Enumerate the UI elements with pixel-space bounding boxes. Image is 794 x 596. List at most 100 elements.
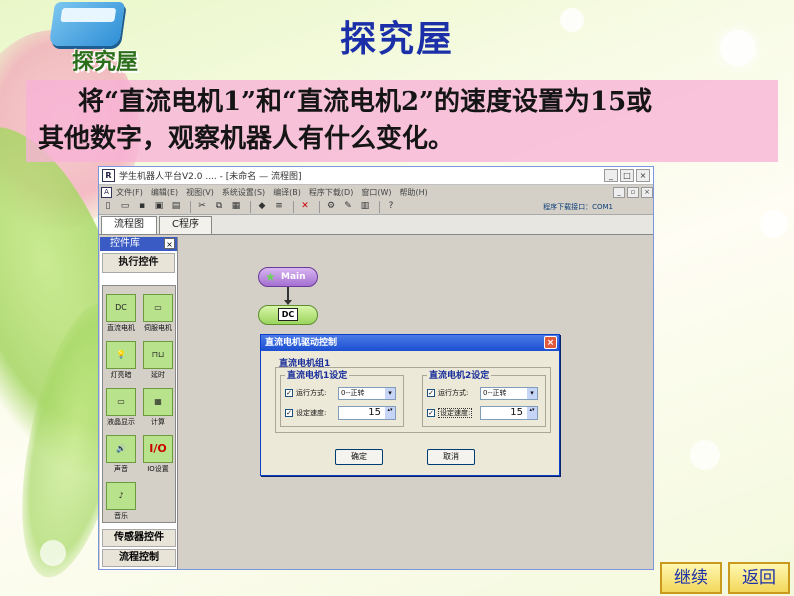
motor2-legend: 直流电机2设定: [427, 368, 492, 381]
control-label: 计算: [151, 418, 165, 426]
control-light[interactable]: 💡 灯亮暗: [104, 341, 138, 380]
section-flow-control[interactable]: 流程控制: [102, 549, 176, 567]
close-icon[interactable]: ×: [636, 169, 650, 182]
control-label: IO设置: [147, 465, 169, 473]
control-calculate[interactable]: ▦ 计算: [141, 388, 175, 427]
open-folder-icon[interactable]: ▭: [118, 200, 132, 213]
view-tabs: 流程图 C程序: [99, 215, 653, 235]
control-library-panel: 控件库 × 执行控件 DC 直流电机 ▭ 伺服电机 💡 灯亮暗 ⊓⊔ 延时 ▭: [100, 237, 178, 569]
control-music[interactable]: ♪ 音乐: [104, 482, 138, 521]
motor2-mode-label: 运行方式:: [438, 389, 469, 397]
motor2-mode-select[interactable]: 0--正转: [480, 386, 538, 400]
minimize-icon[interactable]: _: [604, 169, 618, 182]
motor1-mode-label: 运行方式:: [296, 389, 327, 397]
menu-download[interactable]: 程序下载(D): [309, 187, 353, 198]
control-lcd[interactable]: ▭ 液晶显示: [104, 388, 138, 427]
motor1-speed-stepper[interactable]: 15: [338, 406, 396, 420]
servo-motor-icon: ▭: [143, 294, 173, 322]
ok-button[interactable]: 确定: [335, 449, 383, 465]
dc-motor-node[interactable]: DC: [258, 305, 318, 325]
dialog-close-icon[interactable]: ×: [544, 336, 557, 349]
motor1-mode-row: ✓ 运行方式: 0--正转: [285, 385, 403, 401]
motor2-settings: 直流电机2设定 ✓ 运行方式: 0--正转 ✓ 设定速度: 15: [422, 368, 546, 427]
motor1-speed-row: ✓ 设定速度: 15: [285, 405, 403, 421]
open-project-icon[interactable]: ▤: [169, 200, 183, 213]
motor1-settings: 直流电机1设定 ✓ 运行方式: 0--正转 ✓ 设定速度: 15: [280, 368, 404, 427]
mdi-close-icon[interactable]: ×: [641, 186, 653, 198]
section-exec-controls[interactable]: 执行控件: [102, 253, 175, 273]
menu-compile[interactable]: 编译(B): [273, 187, 301, 198]
control-sound[interactable]: 🔊 声音: [104, 435, 138, 474]
toolbar-separator: [293, 200, 294, 213]
decorative-bokeh: [40, 540, 66, 566]
continue-button[interactable]: 继续: [660, 562, 722, 594]
toolbar: ▯ ▭ ▪ ▣ ▤ ✂ ⧉ ▦ ◆ ≡ ✕ ⚙ ✎ ▥ ? 程序下载接口：COM…: [99, 199, 653, 215]
motor2-speed-row: ✓ 设定速度: 15: [427, 405, 545, 421]
paste-icon[interactable]: ▦: [229, 200, 243, 213]
menu-view[interactable]: 视图(V): [186, 187, 214, 198]
menu-bar: A 文件(F) 编辑(E) 视图(V) 系统设置(S) 编译(B) 程序下载(D…: [99, 185, 653, 199]
motor2-speed-checkbox[interactable]: ✓: [427, 409, 435, 417]
motor2-mode-checkbox[interactable]: ✓: [427, 389, 435, 397]
motor1-legend: 直流电机1设定: [285, 368, 350, 381]
motor1-mode-checkbox[interactable]: ✓: [285, 389, 293, 397]
dc-motor-icon: DC: [106, 294, 136, 322]
control-label: 音乐: [114, 512, 128, 520]
menu-window[interactable]: 窗口(W): [361, 187, 391, 198]
control-servo-motor[interactable]: ▭ 伺服电机: [141, 294, 175, 333]
toolbar-separator: [250, 200, 251, 213]
motor2-mode-row: ✓ 运行方式: 0--正转: [427, 385, 545, 401]
new-file-icon[interactable]: ▯: [101, 200, 115, 213]
tab-flowchart[interactable]: 流程图: [101, 216, 157, 234]
motor2-speed-label-wrap: 设定速度:: [438, 408, 480, 418]
mdi-restore-icon[interactable]: ▫: [627, 186, 639, 198]
motor2-speed-stepper[interactable]: 15: [480, 406, 538, 420]
cut-icon[interactable]: ✂: [195, 200, 209, 213]
menu-edit[interactable]: 编辑(E): [151, 187, 178, 198]
maximize-icon[interactable]: □: [620, 169, 634, 182]
motor1-mode-select[interactable]: 0--正转: [338, 386, 396, 400]
music-note-icon: ♪: [106, 482, 136, 510]
control-delay[interactable]: ⊓⊔ 延时: [141, 341, 175, 380]
download-icon[interactable]: ▥: [358, 200, 372, 213]
control-label: 声音: [114, 465, 128, 473]
toolbar-separator: [319, 200, 320, 213]
delete-icon[interactable]: ✕: [298, 200, 312, 213]
menu-file[interactable]: 文件(F): [116, 187, 143, 198]
mdi-controls: _ ▫ ×: [611, 186, 653, 198]
control-label: 直流电机: [107, 324, 135, 332]
decorative-bokeh: [760, 210, 788, 238]
compile-icon[interactable]: ⚙: [324, 200, 338, 213]
cancel-button[interactable]: 取消: [427, 449, 475, 465]
mdi-minimize-icon[interactable]: _: [613, 186, 625, 198]
section-sensor-controls[interactable]: 传感器控件: [102, 529, 176, 547]
main-node-label: Main: [281, 272, 306, 282]
main-node[interactable]: ★ Main: [258, 267, 318, 287]
tag-icon[interactable]: ◆: [255, 200, 269, 213]
decorative-bokeh: [690, 440, 720, 470]
back-button[interactable]: 返回: [728, 562, 790, 594]
pulse-wave-icon: ⊓⊔: [143, 341, 173, 369]
list-icon[interactable]: ≡: [272, 200, 286, 213]
panel-close-icon[interactable]: ×: [164, 238, 175, 249]
menu-help[interactable]: 帮助(H): [399, 187, 427, 198]
control-io-settings[interactable]: I/O IO设置: [141, 435, 175, 474]
menu-settings[interactable]: 系统设置(S): [222, 187, 265, 198]
dc-node-label: DC: [277, 308, 299, 321]
star-icon: ★: [265, 270, 276, 284]
toolbar-separator: [190, 200, 191, 213]
motor1-speed-checkbox[interactable]: ✓: [285, 409, 293, 417]
copy-icon[interactable]: ⧉: [212, 200, 226, 213]
dialog-titlebar: 直流电机驱动控制 ×: [261, 335, 559, 351]
save-icon[interactable]: ▪: [135, 200, 149, 213]
light-bulb-icon: 💡: [106, 341, 136, 369]
control-label: 灯亮暗: [110, 371, 132, 379]
help-icon[interactable]: ?: [384, 200, 398, 213]
edit-icon[interactable]: ✎: [341, 200, 355, 213]
save-all-icon[interactable]: ▣: [152, 200, 166, 213]
panel-title: 控件库: [110, 238, 140, 249]
control-dc-motor[interactable]: DC 直流电机: [104, 294, 138, 333]
tab-c-program[interactable]: C程序: [159, 216, 212, 234]
motor1-speed-label: 设定速度:: [296, 409, 327, 417]
slide-title: 探究屋: [339, 18, 454, 60]
